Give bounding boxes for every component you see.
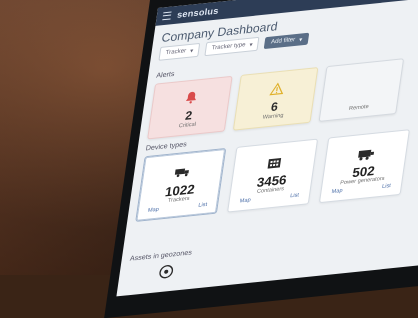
device-card-trackers[interactable]: 1022 Trackers Map List [135, 147, 227, 222]
alert-card-critical[interactable]: 2 Critical [147, 75, 233, 140]
device-containers-list-link[interactable]: List [290, 192, 300, 199]
geozone-icon [156, 263, 175, 286]
chevron-down-icon: ▾ [298, 36, 303, 44]
menu-icon[interactable] [162, 11, 172, 21]
chevron-down-icon: ▾ [249, 41, 253, 49]
alert-card-warning[interactable]: 6 Warning [232, 67, 319, 131]
dashboard-screen: sensolus Company Dashboard Tracker ▾ Tra… [116, 0, 418, 297]
brand-logo: sensolus [176, 5, 220, 20]
add-filter-button[interactable]: Add filter ▾ [263, 32, 310, 50]
device-card-containers[interactable]: 3456 Containers Map List [227, 138, 319, 213]
device-trackers-map-link[interactable]: Map [147, 207, 159, 214]
alert-remote-label: Remote [348, 103, 370, 112]
add-filter-label: Add filter [270, 37, 296, 46]
device-generators-list-link[interactable]: List [382, 183, 392, 190]
alert-card-remote[interactable]: Remote [318, 58, 405, 122]
filter-chip-tracker-type-label: Tracker type [211, 42, 246, 52]
device-generators-map-link[interactable]: Map [331, 188, 343, 195]
truck-icon [173, 164, 192, 184]
filter-chip-tracker-label: Tracker [165, 48, 187, 57]
section-assets-in-geozones-title: Assets in geozones [129, 249, 193, 263]
device-trackers-list-link[interactable]: List [198, 202, 208, 209]
filter-chip-tracker[interactable]: Tracker ▾ [158, 42, 201, 61]
device-containers-map-link[interactable]: Map [239, 197, 251, 204]
chevron-down-icon: ▾ [189, 47, 194, 55]
device-card-generators[interactable]: 502 Power generators Map List [318, 129, 411, 204]
